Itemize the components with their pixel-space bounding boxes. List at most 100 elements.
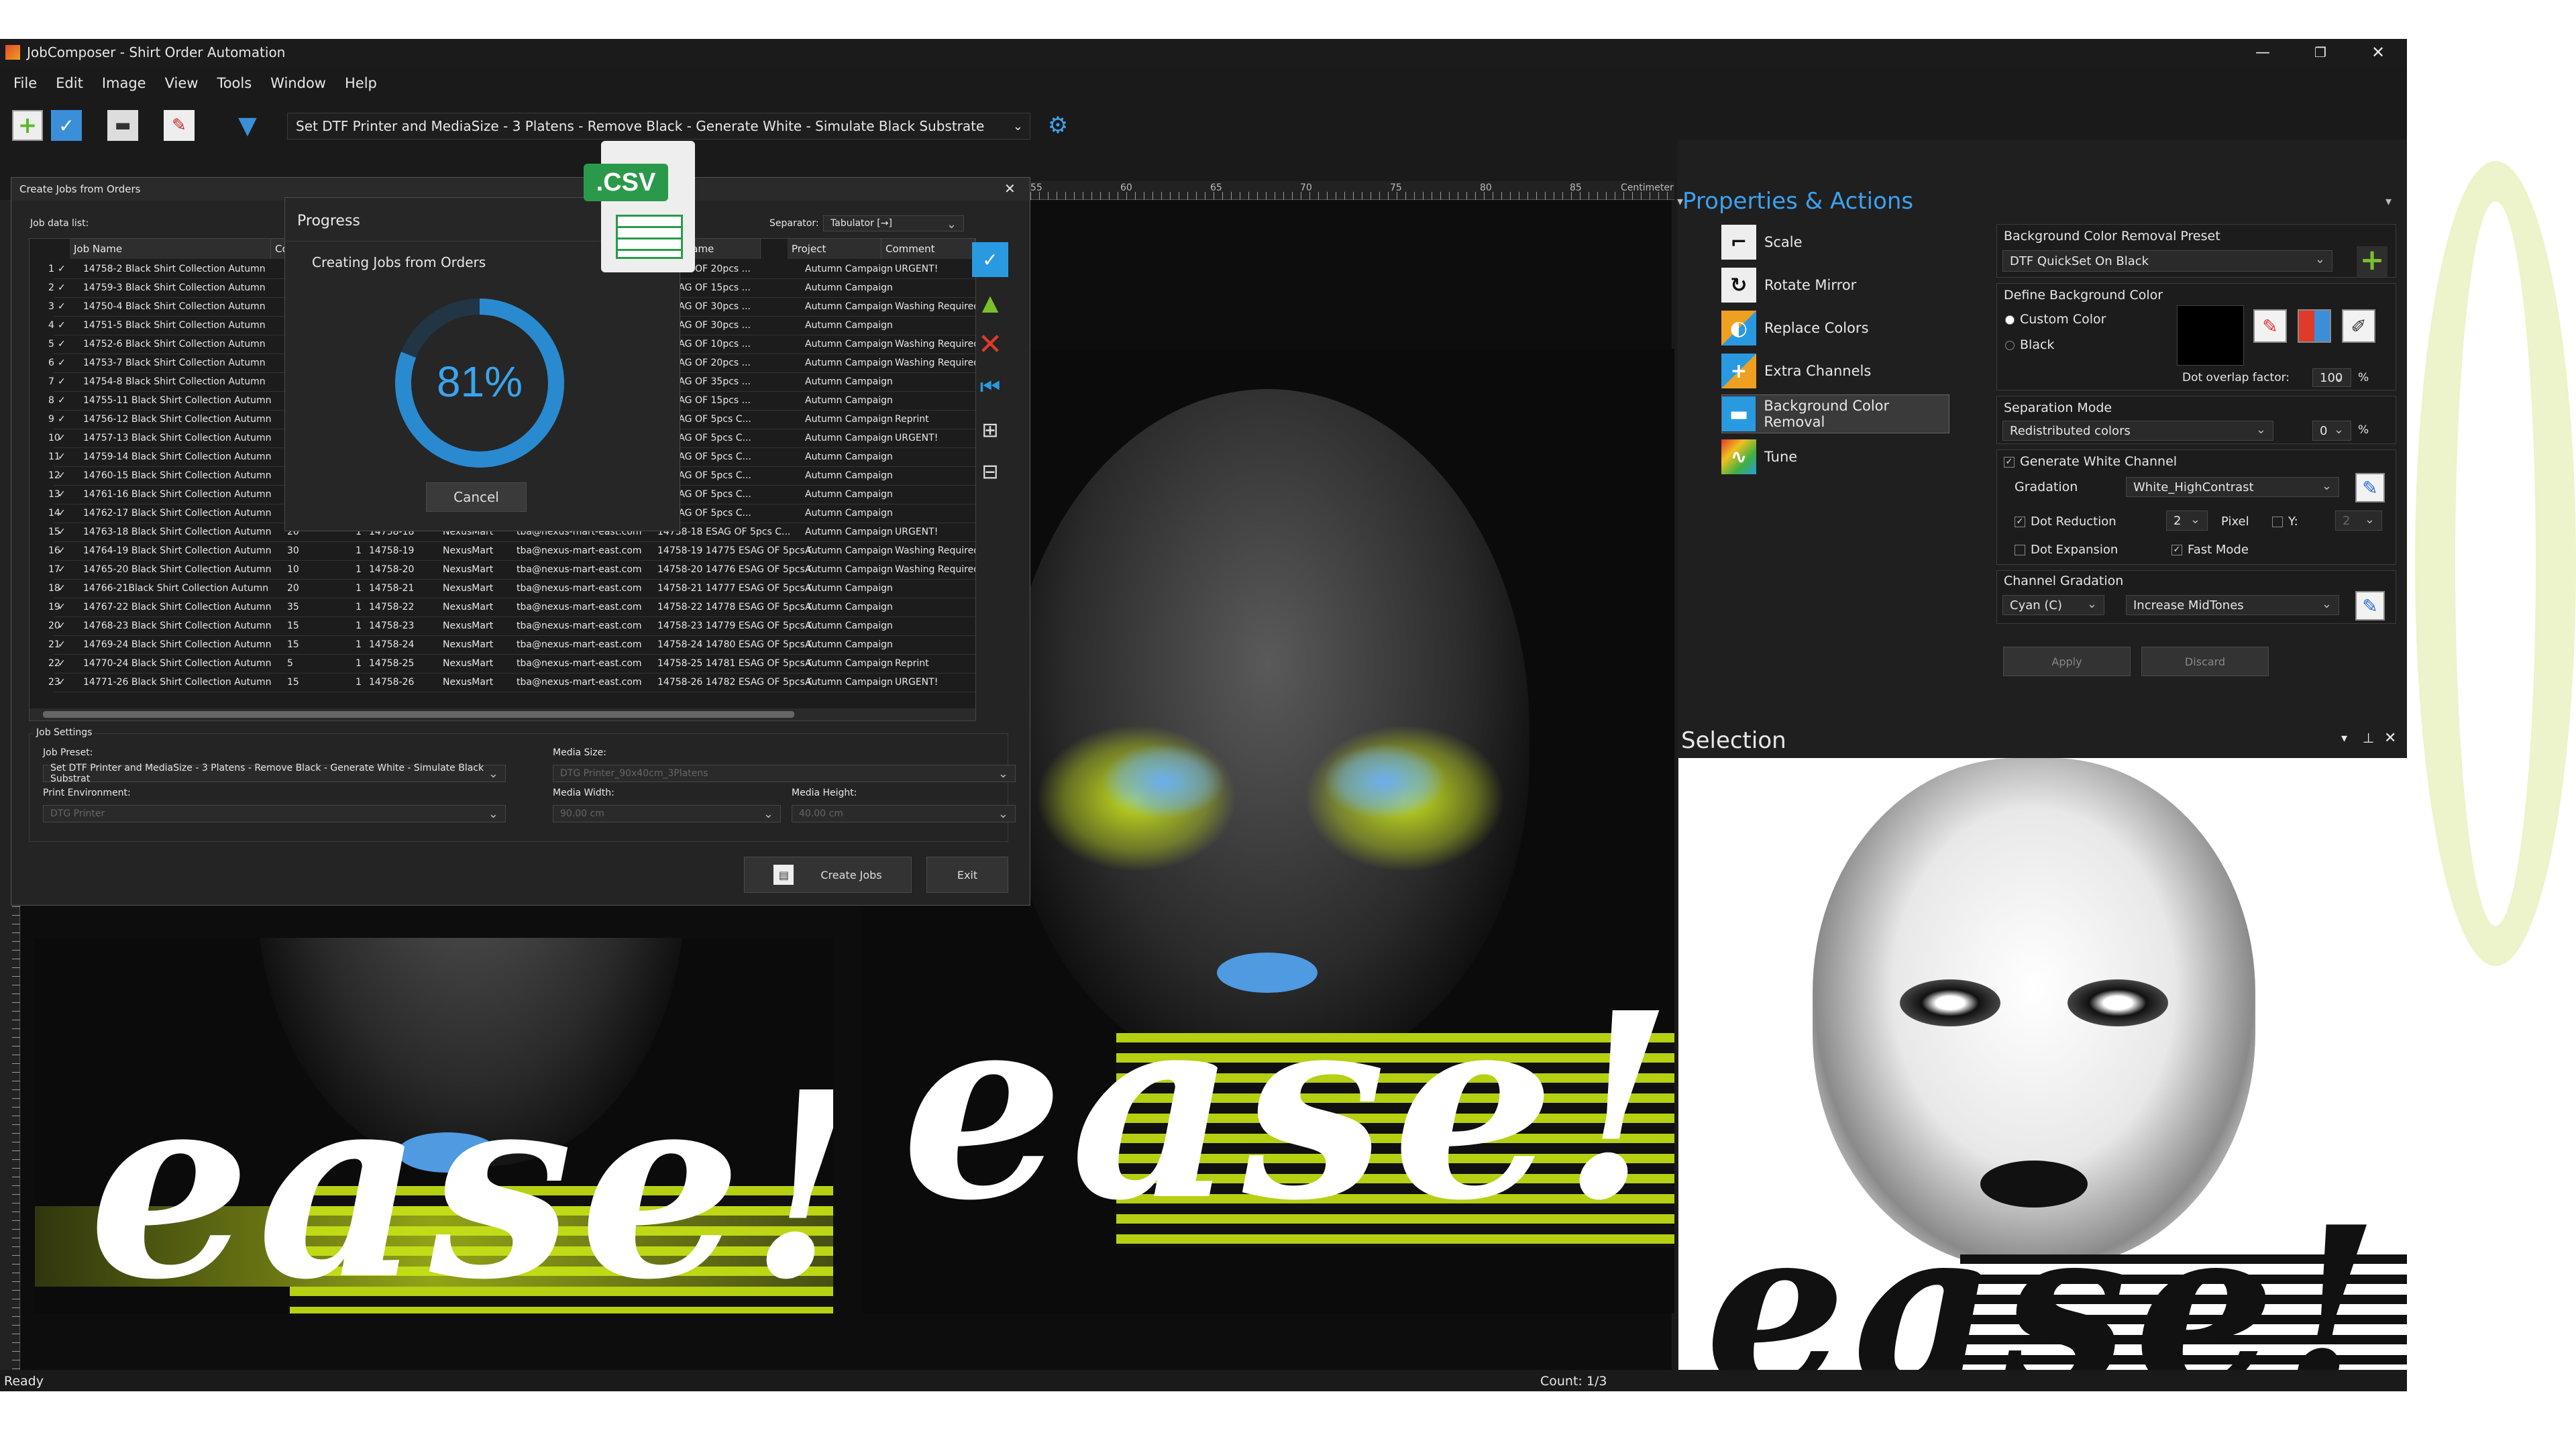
- add-preset-icon[interactable]: +: [2357, 246, 2387, 277]
- generate-white-label: Generate White Channel: [2020, 454, 2178, 469]
- edit-channel-gradation-icon[interactable]: ✎: [2355, 591, 2385, 621]
- table-row[interactable]: ✓ 21 14769-24 Black Shirt Collection Autum…: [48, 636, 975, 655]
- action-background-color-removal[interactable]: ▬ Background Color Removal: [1721, 394, 1949, 433]
- fast-mode-label: Fast Mode: [2188, 543, 2249, 557]
- color-grid-icon[interactable]: [2298, 309, 2331, 343]
- panel-collapse-icon[interactable]: ▾: [2385, 195, 2392, 209]
- dot-expansion-checkbox[interactable]: Dot Expansion: [2015, 543, 2118, 557]
- import-orders-icon[interactable]: ✓: [972, 242, 1008, 277]
- table-cell: 14768-23 Black Shirt Collection Autumn: [83, 621, 272, 631]
- dot-overlap-input[interactable]: 100: [2312, 368, 2351, 387]
- menu-window[interactable]: Window: [270, 75, 326, 91]
- status-bar: Ready Count: 1/3: [0, 1370, 2407, 1391]
- eyedropper-icon[interactable]: ✎: [2253, 309, 2287, 343]
- menu-edit[interactable]: Edit: [56, 75, 83, 91]
- scale-icon: ⌐: [1721, 225, 1756, 260]
- action-rotate-mirror[interactable]: ↻ Rotate Mirror: [1721, 266, 1949, 305]
- pin-icon[interactable]: ⊥: [2363, 730, 2374, 746]
- action-replace-colors[interactable]: ◐ Replace Colors: [1721, 309, 1949, 347]
- first-row-icon[interactable]: ⏮: [972, 370, 1008, 405]
- table-cell: URGENT!: [895, 433, 938, 443]
- preset-dropdown[interactable]: DTF QuickSet On Black: [2002, 250, 2332, 272]
- job-preset-label: Job Preset:: [43, 747, 93, 758]
- table-cell: Autumn Campaign: [805, 433, 893, 443]
- selection-menu-icon[interactable]: ▾: [2341, 731, 2347, 745]
- separator-dropdown[interactable]: Tabulator [→]: [823, 215, 964, 231]
- dot-reduction-checkbox[interactable]: ✓ Dot Reduction: [2015, 515, 2116, 529]
- filter-icon[interactable]: ▼: [232, 110, 263, 141]
- table-row[interactable]: ✓ 16 14764-19 Black Shirt Collection Autum…: [48, 542, 976, 561]
- media-width-input[interactable]: 90.00 cm: [553, 805, 781, 822]
- cancel-button[interactable]: Cancel: [426, 482, 527, 512]
- add-row-icon[interactable]: ⊞: [972, 413, 1008, 447]
- menu-tools[interactable]: Tools: [217, 75, 252, 91]
- separation-percent-input[interactable]: 0: [2312, 421, 2351, 441]
- table-cell: 11: [48, 451, 60, 462]
- table-cell: 14762-17 Black Shirt Collection Autumn: [83, 508, 272, 519]
- exit-button[interactable]: Exit: [926, 857, 1008, 893]
- y-checkbox[interactable]: Y:: [2272, 515, 2298, 529]
- insert-row-icon[interactable]: ⊟: [972, 454, 1008, 489]
- menu-help[interactable]: Help: [345, 75, 377, 91]
- import-icon[interactable]: ✓: [51, 110, 82, 141]
- print-icon[interactable]: ▬: [107, 110, 138, 141]
- table-cell: 16: [48, 545, 60, 556]
- edit-pen-icon[interactable]: ✎: [164, 110, 195, 141]
- create-jobs-button[interactable]: ▤ Create Jobs: [744, 857, 912, 893]
- menu-file[interactable]: File: [13, 75, 37, 91]
- fast-mode-checkbox[interactable]: ✓ Fast Mode: [2171, 543, 2249, 557]
- color-swatch[interactable]: [2177, 305, 2244, 366]
- table-cell: 1: [48, 264, 54, 274]
- generate-white-checkbox[interactable]: ✓ Generate White Channel: [2004, 454, 2177, 469]
- custom-color-radio[interactable]: Custom Color: [2005, 312, 2106, 327]
- pipette-icon[interactable]: ✐: [2342, 309, 2375, 343]
- close-icon[interactable]: ✕: [2349, 39, 2407, 66]
- menu-image[interactable]: Image: [102, 75, 146, 91]
- table-header-comment[interactable]: Comment: [881, 239, 975, 259]
- design-image-left[interactable]: ease!: [35, 938, 833, 1313]
- delete-icon[interactable]: ✕: [972, 327, 1008, 362]
- table-cell: NexusMart: [443, 639, 494, 650]
- gradation-dropdown[interactable]: White_HighContrast: [2126, 477, 2339, 497]
- job-preset-dropdown[interactable]: Set DTF Printer and MediaSize - 3 Platen…: [43, 763, 506, 784]
- media-height-input[interactable]: 40.00 cm: [792, 805, 1016, 822]
- table-cell: Autumn Campaign: [805, 358, 893, 368]
- table-cell: 18: [48, 583, 60, 594]
- edit-gradation-icon[interactable]: ✎: [2355, 473, 2385, 502]
- close-panel-icon[interactable]: ✕: [2384, 730, 2396, 747]
- table-row[interactable]: ✓ 22 14770-24 Black Shirt Collection Autum…: [48, 655, 975, 674]
- table-row[interactable]: ✓ 19 14767-22 Black Shirt Collection Autum…: [48, 598, 975, 617]
- separator-label: Separator:: [769, 218, 819, 229]
- action-tune[interactable]: ∿ Tune: [1721, 437, 1949, 476]
- csv-badge-text: .CSV: [596, 168, 656, 197]
- horizontal-scrollbar[interactable]: [30, 708, 975, 720]
- new-job-icon[interactable]: +: [12, 110, 43, 141]
- table-header-project[interactable]: Project: [788, 239, 881, 259]
- media-size-dropdown[interactable]: DTG Printer_90x40cm_3Platens: [553, 765, 1016, 782]
- settings-icon[interactable]: ⚙: [1042, 110, 1073, 141]
- table-row[interactable]: ✓ 18 14766-21Black Shirt Collection Autumn…: [48, 580, 975, 598]
- action-scale[interactable]: ⌐ Scale: [1721, 223, 1949, 262]
- discard-button[interactable]: Discard: [2141, 647, 2269, 676]
- table-cell: Washing Required: [895, 545, 976, 556]
- restore-icon[interactable]: ❐: [2292, 39, 2349, 66]
- table-row[interactable]: ✓ 23 14771-26 Black Shirt Collection Autum…: [48, 674, 975, 692]
- table-row[interactable]: ✓ 17 14765-20 Black Shirt Collection Autum…: [48, 561, 975, 580]
- table-header-job-name[interactable]: Job Name: [70, 239, 271, 259]
- channel-dropdown[interactable]: Cyan (C): [2002, 595, 2104, 615]
- separation-dropdown[interactable]: Redistributed colors: [2002, 421, 2273, 441]
- apply-button[interactable]: Apply: [2003, 647, 2131, 676]
- table-row[interactable]: ✓ 20 14768-23 Black Shirt Collection Autum…: [48, 617, 975, 636]
- title-bar: JobComposer - Shirt Order Automation — ❐…: [0, 39, 2407, 66]
- black-radio[interactable]: Black: [2005, 337, 2054, 352]
- y-input[interactable]: 2: [2335, 511, 2382, 531]
- menu-view[interactable]: View: [165, 75, 199, 91]
- action-extra-channels[interactable]: + Extra Channels: [1721, 352, 1949, 390]
- dialog-close-icon[interactable]: ✕: [1004, 180, 1016, 197]
- channel-gradation-dropdown[interactable]: Increase MidTones: [2126, 595, 2339, 615]
- print-env-dropdown[interactable]: DTG Printer: [43, 805, 506, 822]
- open-folder-icon[interactable]: ▲: [972, 285, 1008, 320]
- minimize-icon[interactable]: —: [2234, 39, 2292, 66]
- dot-reduction-input[interactable]: 2: [2166, 511, 2208, 531]
- preset-select[interactable]: Set DTF Printer and MediaSize - 3 Platen…: [287, 113, 1030, 140]
